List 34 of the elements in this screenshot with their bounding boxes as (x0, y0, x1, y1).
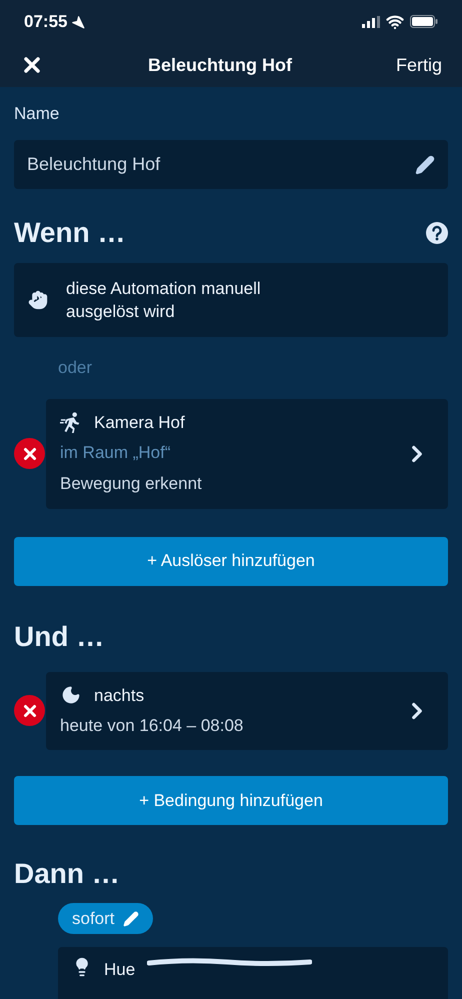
clock: 07:55 (24, 11, 68, 34)
action-card[interactable]: Hue (58, 947, 448, 999)
add-trigger-button[interactable]: + Auslöser hinzufügen (14, 536, 448, 586)
help-icon[interactable] (426, 222, 448, 244)
moon-icon (61, 685, 81, 705)
trigger-card[interactable]: diese Automation manuell ausgelöst wird (14, 263, 448, 337)
card-detail: heute von 16:04 – 08:08 (60, 714, 244, 736)
trigger-card[interactable]: Kamera Hof im Raum „Hof“ Bewegung erkennt (46, 398, 448, 508)
screen-title: Beleuchtung Hof (148, 54, 292, 77)
edit-icon (415, 154, 435, 174)
room-label: im Raum „Hof“ (60, 442, 172, 464)
separator-label: oder (58, 357, 94, 379)
location-icon (71, 14, 86, 29)
card-title: Kamera Hof (94, 412, 185, 434)
done-button[interactable]: Fertig (396, 52, 442, 79)
section-heading: Dann … (14, 857, 121, 891)
wifi-icon (386, 12, 404, 31)
card-title: Hue (104, 959, 136, 981)
remove-icon[interactable] (14, 695, 45, 726)
signal-icon (362, 16, 380, 28)
card-detail: Bewegung erkennt (60, 473, 203, 495)
name-field[interactable]: Beleuchtung Hof (14, 140, 448, 189)
remove-icon[interactable] (14, 438, 45, 469)
trigger-card[interactable]: nachts heute von 16:04 – 08:08 (46, 672, 448, 750)
add-condition-button[interactable]: + Bedingung hinzufügen (14, 776, 448, 825)
running-person-icon (60, 411, 82, 433)
card-title: nachts (94, 684, 144, 706)
battery-icon (410, 15, 438, 28)
timing-chip[interactable]: sofort (58, 903, 153, 934)
field-label: Name (14, 102, 60, 124)
hand-icon (28, 290, 48, 310)
section-heading: Und … (14, 620, 106, 654)
edit-icon (122, 910, 139, 926)
section-heading: Wenn … (14, 216, 126, 250)
